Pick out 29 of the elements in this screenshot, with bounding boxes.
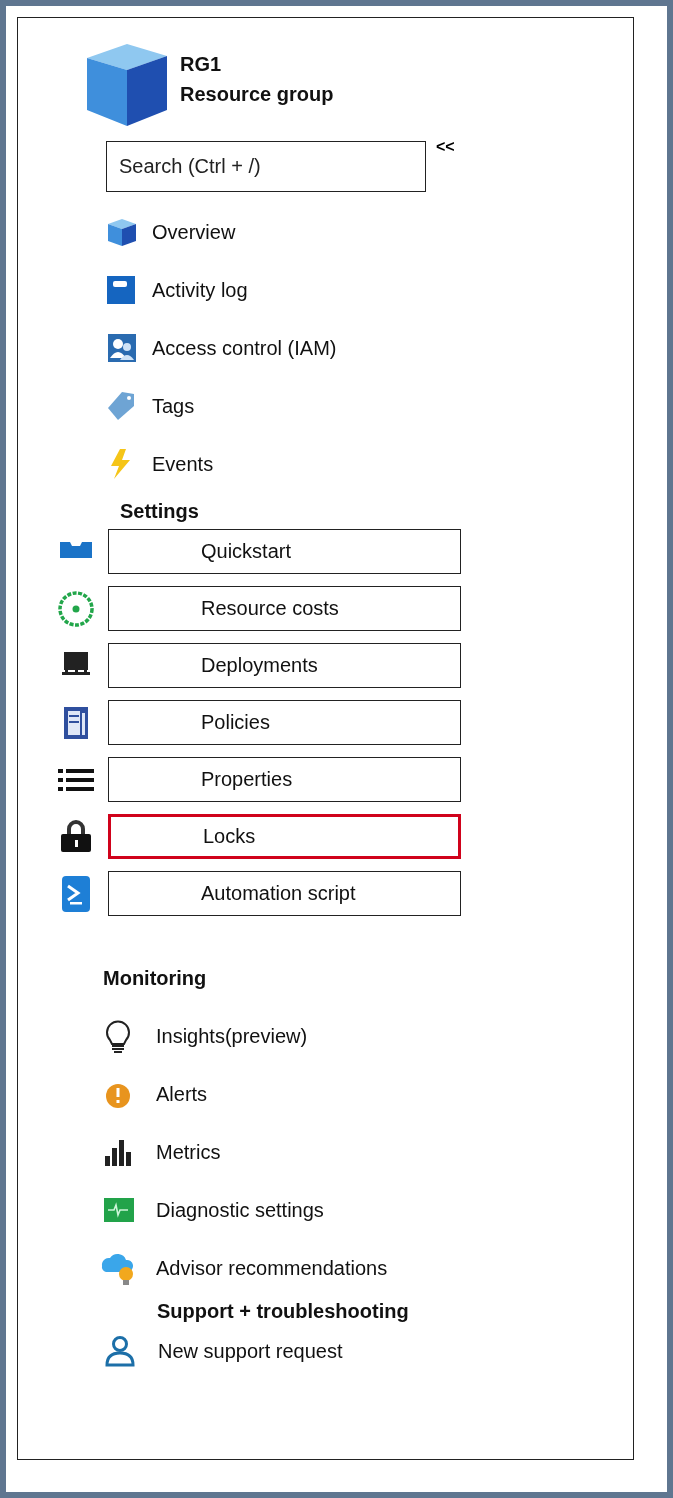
settings-item[interactable]: Deployments bbox=[108, 643, 461, 688]
section-heading: Settings bbox=[120, 499, 199, 523]
settings-item[interactable]: Policies bbox=[108, 700, 461, 745]
menu-item[interactable]: Metrics bbox=[100, 1127, 221, 1177]
menu-item[interactable]: Insights(preview) bbox=[100, 1011, 308, 1061]
section-heading: Monitoring bbox=[103, 966, 207, 990]
section-heading: Support + troubleshooting bbox=[157, 1299, 409, 1323]
menu-item[interactable]: Access control (IAM) bbox=[106, 319, 337, 377]
settings-item[interactable]: Properties bbox=[108, 757, 461, 802]
target-icon bbox=[56, 588, 96, 629]
menu-item[interactable]: Events bbox=[106, 435, 214, 493]
menu-item[interactable]: Diagnostic settings bbox=[100, 1185, 324, 1235]
settings-item[interactable]: Quickstart bbox=[108, 529, 461, 574]
menu-item[interactable]: Tags bbox=[106, 377, 195, 435]
settings-item[interactable]: Resource costs bbox=[108, 586, 461, 631]
resource-name: RG1 bbox=[180, 52, 223, 76]
resource-type: Resource group bbox=[180, 82, 334, 106]
settings-item[interactable]: Automation script bbox=[108, 871, 461, 916]
collapse-button[interactable]: << bbox=[436, 139, 455, 155]
settings-item[interactable]: Locks bbox=[108, 814, 461, 859]
menu-item[interactable]: Activity log bbox=[106, 261, 248, 319]
people-icon bbox=[106, 332, 138, 364]
cube-icon bbox=[106, 216, 138, 248]
book-icon bbox=[106, 274, 138, 306]
menu-item[interactable]: Alerts bbox=[100, 1069, 208, 1119]
search-field[interactable]: Search (Ctrl + /) bbox=[106, 141, 426, 192]
menu-item[interactable]: Overview bbox=[106, 203, 236, 261]
menu-item[interactable]: New support request bbox=[102, 1326, 343, 1376]
menu-item[interactable]: Advisor recommendations bbox=[100, 1243, 388, 1293]
